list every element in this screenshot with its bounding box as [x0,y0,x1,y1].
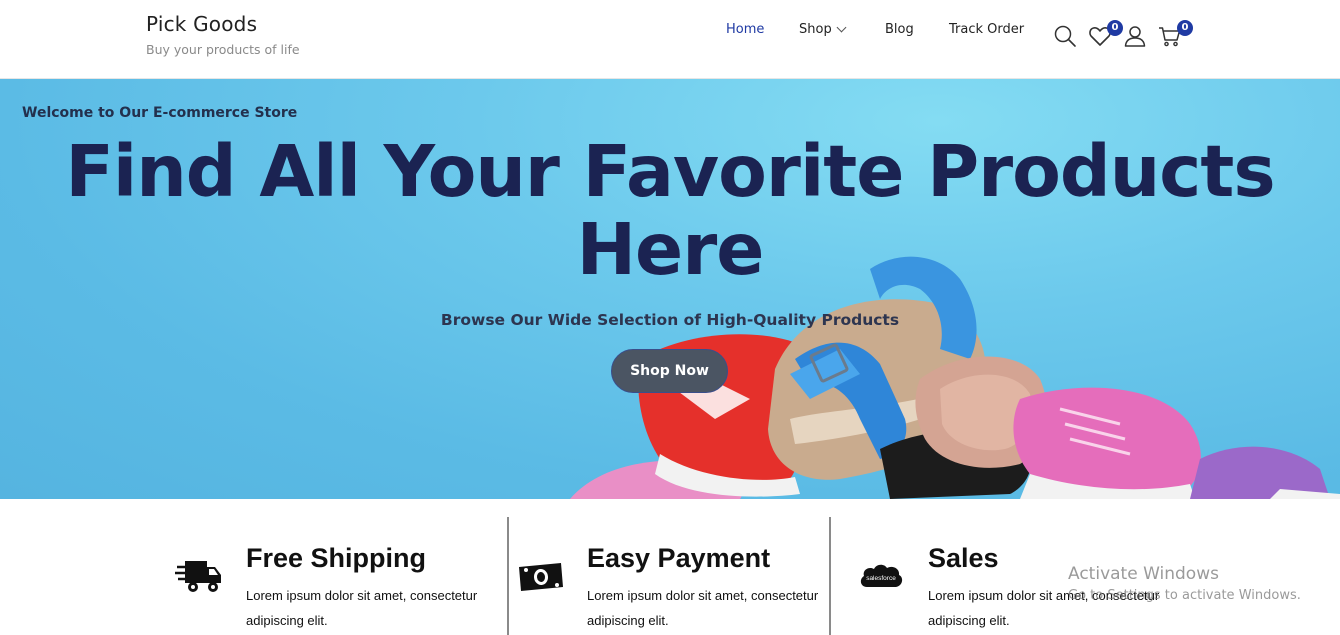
feature-free-shipping: Free Shipping Lorem ipsum dolor sit amet… [0,499,508,635]
wishlist-count-badge: 0 [1107,20,1123,36]
watermark-subtitle: Go to Settings to activate Windows. [1068,588,1301,603]
nav-blog[interactable]: Blog [885,22,914,37]
feature-title: Sales [928,543,999,573]
nav-shop[interactable]: Shop [799,21,847,37]
feature-title: Free Shipping [246,543,427,573]
banknote-icon [517,557,565,597]
brand[interactable]: Pick Goods Buy your products of life [146,12,300,57]
feature-text: Lorem ipsum dolor sit amet, consectetur … [246,588,478,628]
shop-now-button[interactable]: Shop Now [611,349,728,393]
nav-shop-label: Shop [799,21,832,37]
site-header: Pick Goods Buy your products of life Hom… [0,0,1340,79]
feature-title: Easy Payment [587,543,771,573]
cart-count-badge: 0 [1177,20,1193,36]
hero-welcome: Welcome to Our E-commerce Store [22,105,298,121]
salesforce-icon: salesforce [857,557,905,597]
user-icon[interactable] [1123,24,1149,50]
feature-easy-payment: Easy Payment Lorem ipsum dolor sit amet,… [509,499,830,635]
wishlist-button[interactable]: 0 [1088,20,1123,50]
feature-text: Lorem ipsum dolor sit amet, consectetur … [587,588,819,628]
nav-track-order[interactable]: Track Order [949,22,1024,37]
truck-icon [175,557,223,597]
nav-home[interactable]: Home [726,22,764,37]
site-tagline: Buy your products of life [146,42,300,57]
hero-subtitle: Browse Our Wide Selection of High-Qualit… [440,311,900,329]
salesforce-logo-text: salesforce [866,575,896,582]
site-title[interactable]: Pick Goods [146,12,300,36]
watermark-title: Activate Windows [1068,564,1219,584]
chevron-down-icon [836,22,847,32]
cart-button[interactable]: 0 [1158,20,1193,50]
activate-windows-watermark: Activate Windows Go to Settings to activ… [1068,564,1301,603]
search-icon[interactable] [1053,24,1079,50]
hero-banner: Welcome to Our E-commerce Store Find All… [0,79,1340,499]
